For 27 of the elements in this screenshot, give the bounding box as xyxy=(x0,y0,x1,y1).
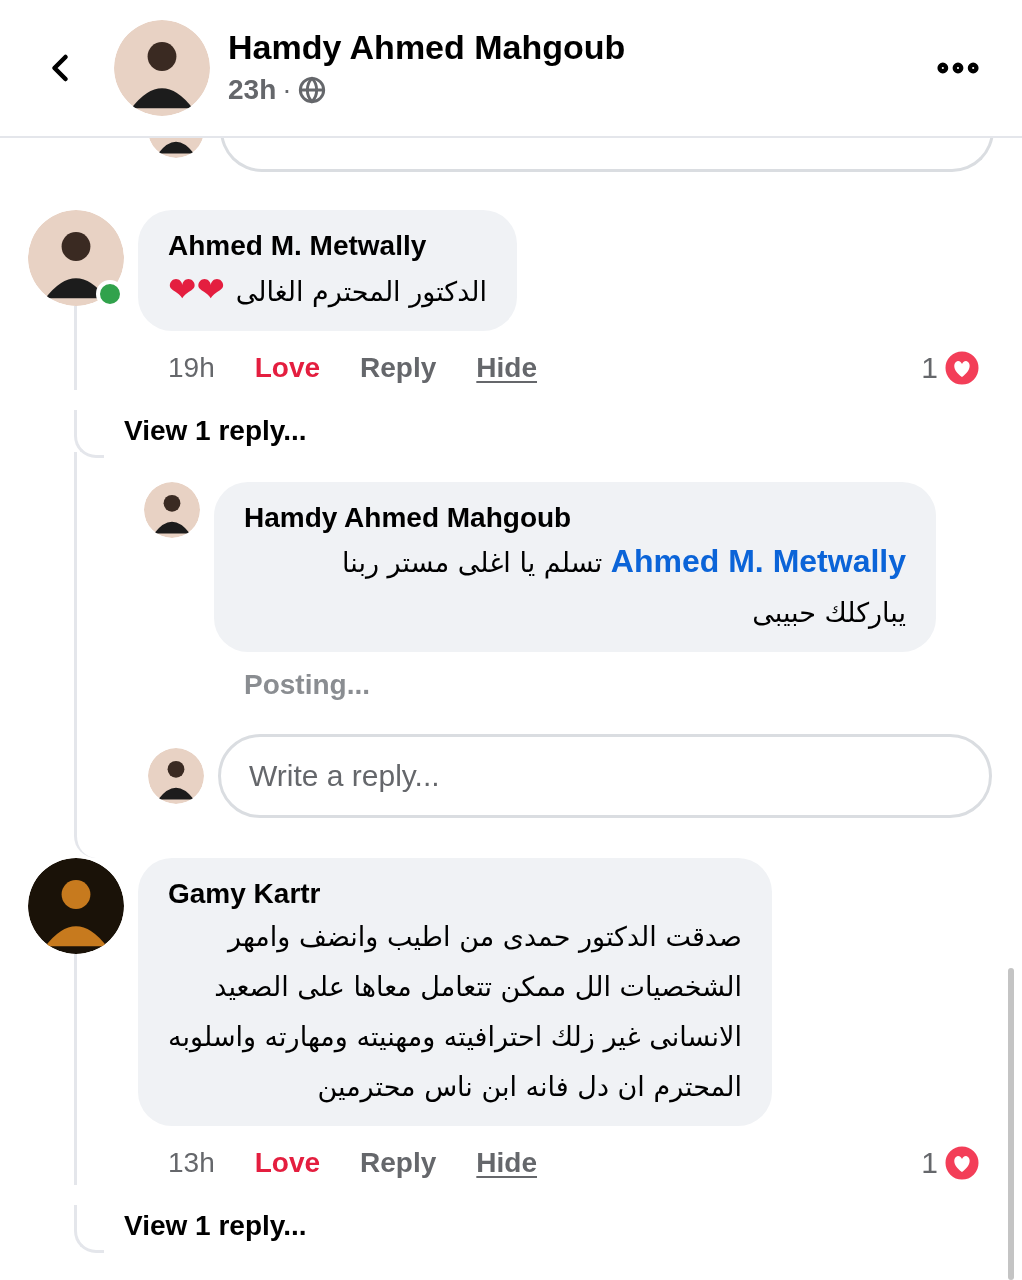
hide-link[interactable]: Hide xyxy=(476,1141,537,1184)
reply-link[interactable]: Reply xyxy=(360,346,437,389)
post-author[interactable]: Hamdy Ahmed Mahgoub xyxy=(228,25,626,69)
posting-status: Posting... xyxy=(244,668,371,702)
hide-link[interactable]: Hide xyxy=(476,346,537,389)
reply-link[interactable]: Reply xyxy=(360,1141,437,1184)
mention-link[interactable]: Ahmed M. Metwally xyxy=(610,543,906,579)
comment-author[interactable]: Ahmed M. Metwally xyxy=(168,228,488,264)
reaction-count: 1 xyxy=(921,1145,938,1181)
reply-author[interactable]: Hamdy Ahmed Mahgoub xyxy=(244,500,906,536)
post-time: 23h xyxy=(228,73,277,107)
reaction-count: 1 xyxy=(921,350,938,386)
separator-dot: · xyxy=(282,73,292,107)
avatar xyxy=(148,748,204,804)
avatar xyxy=(144,482,200,538)
globe-icon xyxy=(297,76,326,104)
comment-text: الدكتور المحترم الغالى ❤❤ xyxy=(168,268,488,311)
thread-line xyxy=(74,1205,104,1253)
comment-text: صدقت الدكتور حمدى من اطيب وانضف وامهر الشخصيات الل ممكن تتعامل معاها على الصعيد الانسانى غير زلك احترافيته ومهنيته ومهارته واسلوبه المحترم ان دل فانه ابن ناس محترمين xyxy=(168,920,742,1105)
view-replies-link[interactable]: View 1 reply... xyxy=(124,1205,307,1247)
love-reaction-link[interactable]: Love xyxy=(254,346,321,389)
view-replies-link[interactable]: View 1 reply... xyxy=(124,410,307,452)
reply-input-field[interactable]: Write a reply... xyxy=(218,734,992,818)
comment-author[interactable]: Gamy Kartr xyxy=(168,876,742,912)
love-reaction-link[interactable]: Love xyxy=(254,1141,321,1184)
comment-time: 13h xyxy=(168,1145,215,1180)
comment-time: 19h xyxy=(168,350,215,385)
